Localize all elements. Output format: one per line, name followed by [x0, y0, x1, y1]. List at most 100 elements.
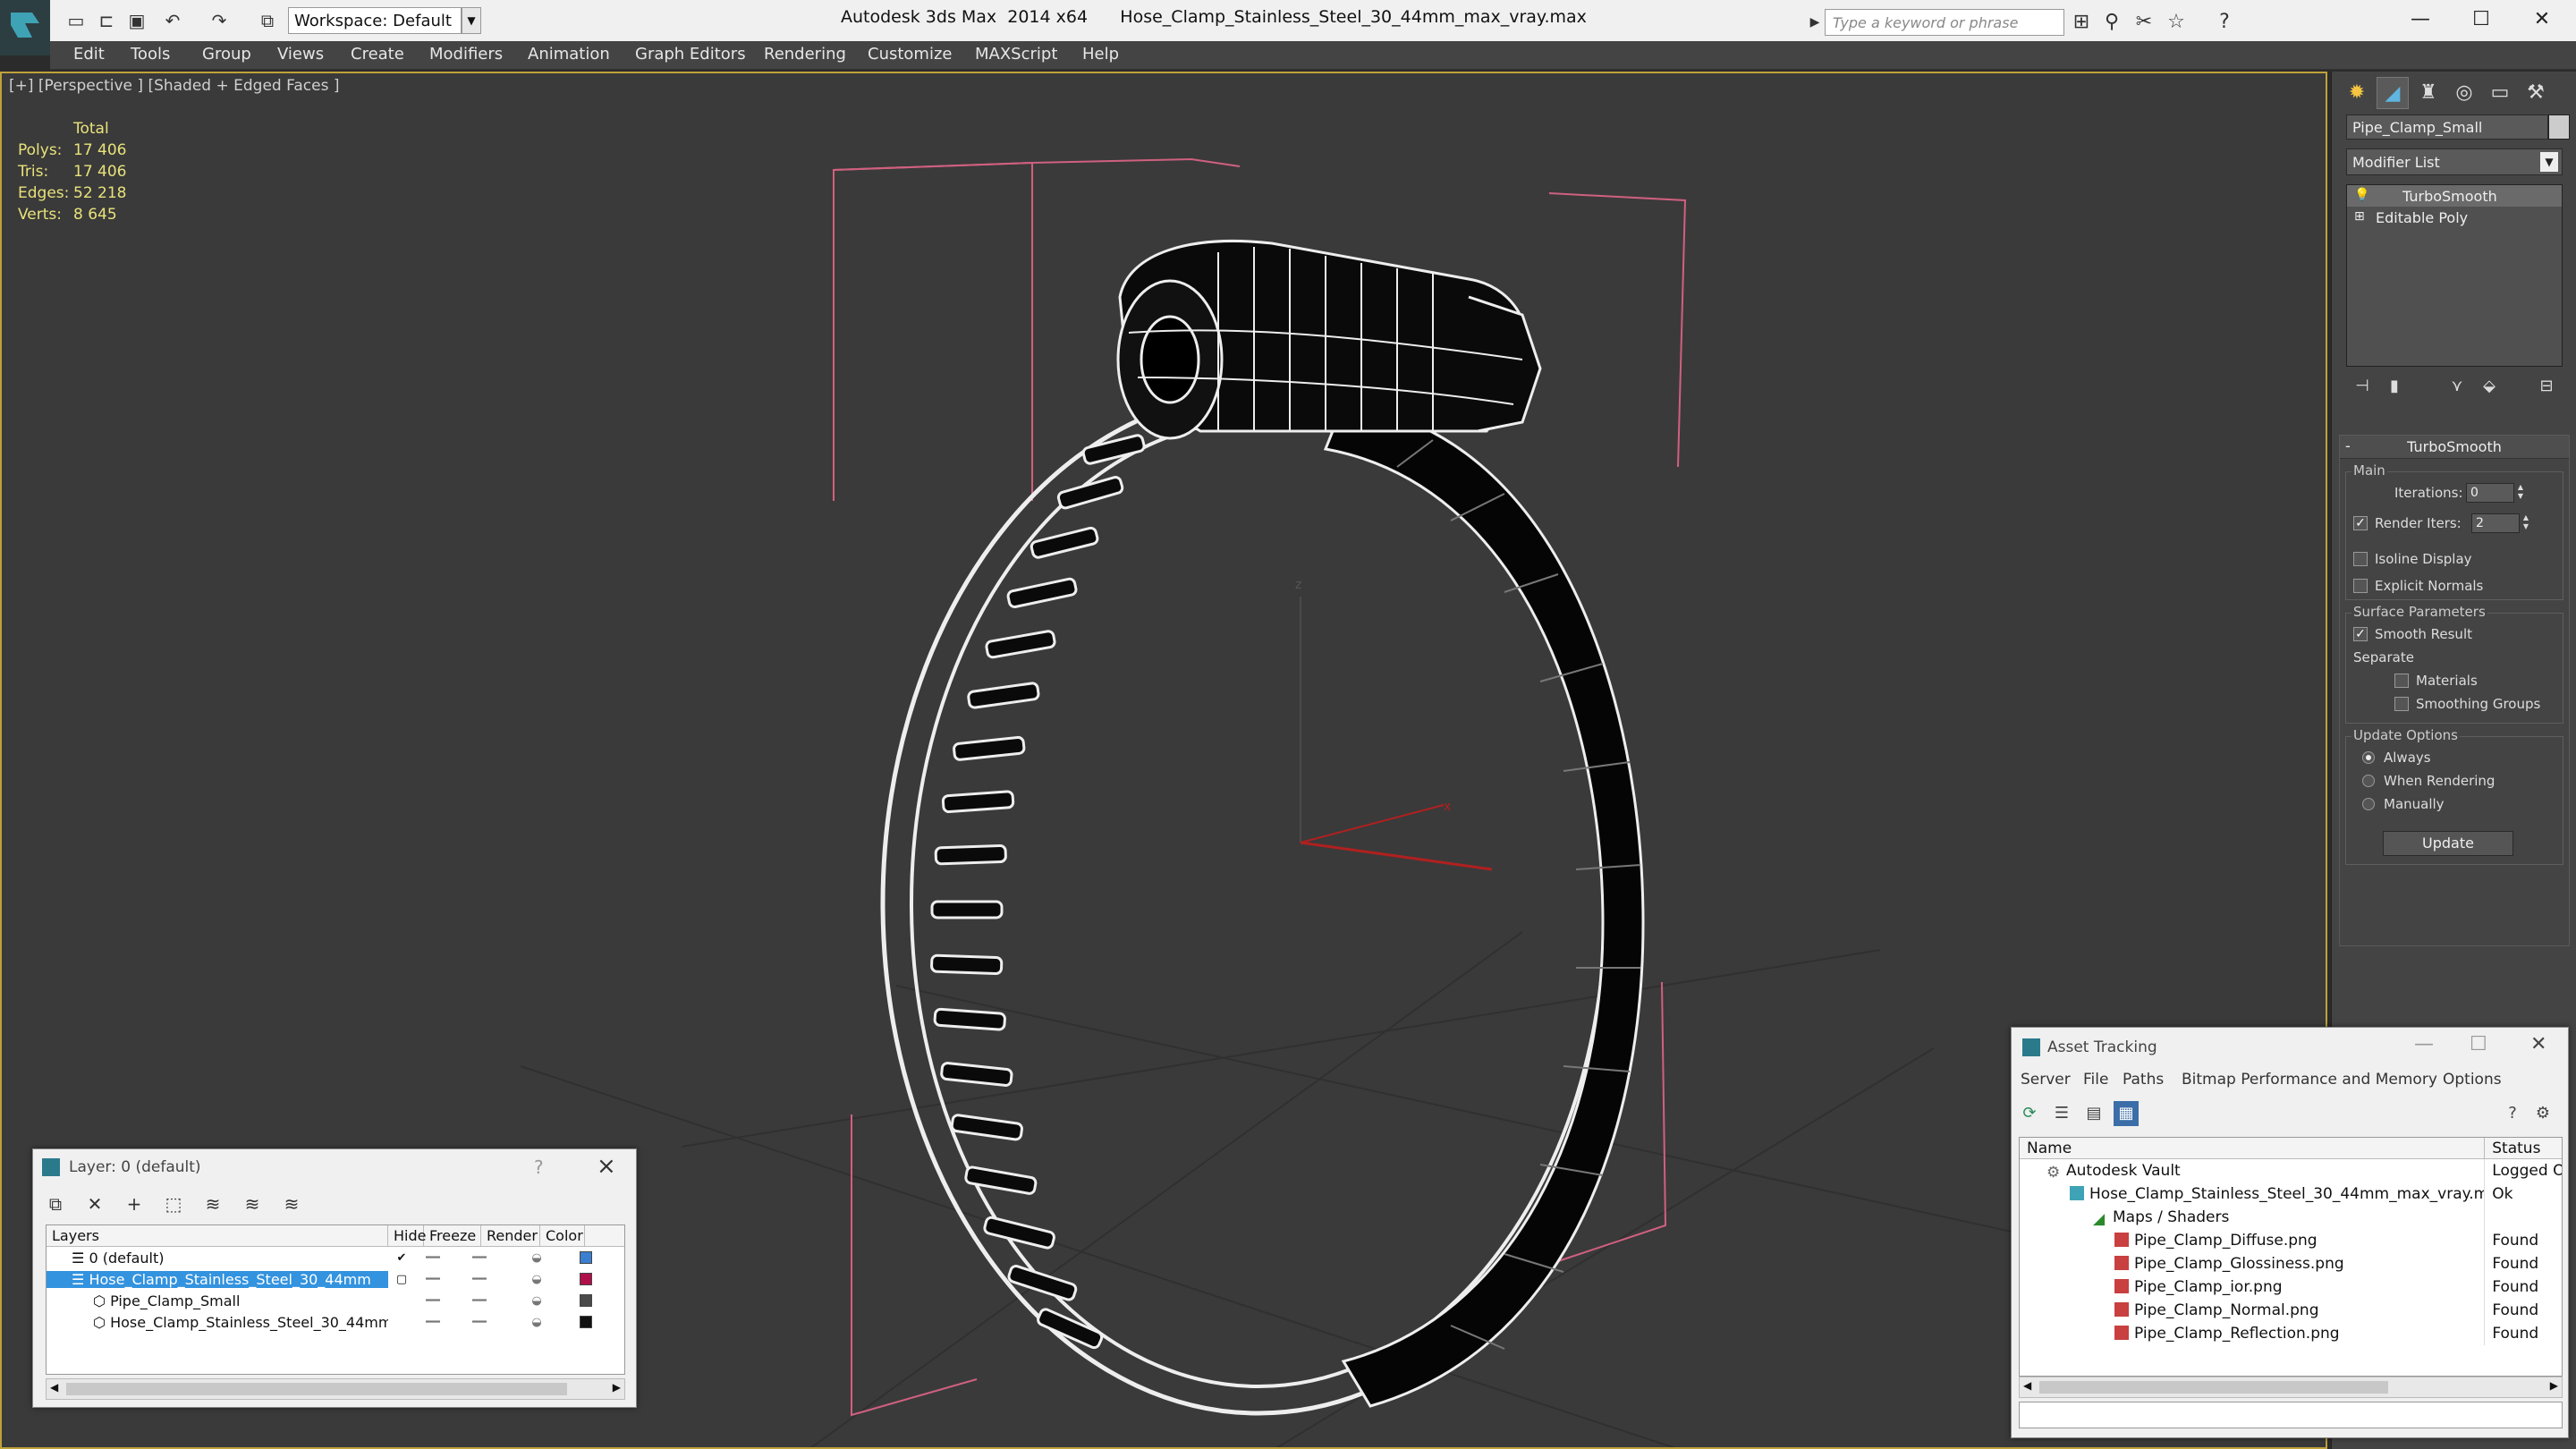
menu-tools[interactable]: Tools: [131, 45, 170, 64]
asset-row[interactable]: Pipe_Clamp_Reflection.png Found: [2020, 1322, 2562, 1345]
lightbulb-icon[interactable]: 💡: [2354, 188, 2376, 207]
current-layer-box-icon[interactable]: ▢: [388, 1273, 415, 1286]
asset-row[interactable]: Pipe_Clamp_Glossiness.png Found: [2020, 1252, 2562, 1275]
layer-color-swatch[interactable]: [580, 1294, 592, 1307]
scroll-left-icon[interactable]: ◀: [50, 1381, 58, 1394]
highlight-layer-icon[interactable]: ≋: [199, 1191, 226, 1217]
display-tab-icon[interactable]: ▭: [2484, 77, 2516, 109]
new-file-icon[interactable]: ▭: [64, 9, 88, 32]
menu-bitmap-performance[interactable]: Bitmap Performance and Memory: [2182, 1071, 2437, 1089]
make-unique-icon[interactable]: ⋎: [2445, 374, 2470, 399]
workspace-dropdown[interactable]: Workspace: Default: [288, 7, 462, 34]
close-icon[interactable]: ✕: [2530, 1033, 2546, 1055]
menu-options[interactable]: Options: [2443, 1071, 2502, 1089]
app-logo[interactable]: [0, 0, 50, 55]
spinner-arrows-icon[interactable]: ▲ ▼: [2514, 483, 2527, 503]
hide-toggle[interactable]: ━━: [415, 1273, 451, 1286]
menu-edit[interactable]: Edit: [73, 45, 105, 64]
render-teapot-icon[interactable]: ◒: [508, 1273, 565, 1286]
menu-help[interactable]: Help: [1082, 45, 1119, 64]
help-icon[interactable]: ?: [2500, 1101, 2525, 1126]
thumbnail-view-icon[interactable]: ▤: [2081, 1101, 2106, 1126]
when-rendering-radio[interactable]: [2362, 775, 2375, 787]
redo-icon[interactable]: ↷: [208, 9, 231, 32]
iterations-spinner[interactable]: 0: [2466, 483, 2514, 503]
hide-toggle[interactable]: ━━: [415, 1294, 451, 1308]
show-end-result-icon[interactable]: ▮: [2382, 374, 2407, 399]
hide-toggle[interactable]: ━━: [415, 1316, 451, 1329]
collapse-icon[interactable]: -: [2345, 437, 2351, 454]
horizontal-scrollbar[interactable]: ◀ ▶: [2019, 1377, 2563, 1398]
help-icon[interactable]: ?: [534, 1157, 544, 1178]
minimize-icon[interactable]: —: [2394, 4, 2447, 36]
subscription-icon[interactable]: ⚲: [2100, 11, 2123, 34]
column-render[interactable]: Render: [481, 1225, 540, 1246]
undo-icon[interactable]: ↶: [161, 9, 184, 32]
chevron-down-icon[interactable]: ▼: [462, 7, 481, 34]
scrollbar-thumb[interactable]: [2039, 1381, 2388, 1394]
layer-color-swatch[interactable]: [580, 1251, 592, 1264]
open-file-icon[interactable]: ⊏: [95, 9, 118, 32]
asset-row[interactable]: Hose_Clamp_Stainless_Steel_30_44mm_max_v…: [2020, 1182, 2562, 1206]
column-freeze[interactable]: Freeze: [424, 1225, 481, 1246]
binoculars-icon[interactable]: ⊞: [2070, 11, 2093, 34]
menu-file[interactable]: File: [2083, 1071, 2108, 1089]
smooth-result-checkbox[interactable]: ✓: [2353, 627, 2368, 641]
dialog-title-bar[interactable]: Layer: 0 (default): [33, 1149, 636, 1185]
hose-clamp-mesh[interactable]: [880, 240, 1645, 1416]
object-color-swatch[interactable]: [2548, 114, 2570, 140]
asset-row[interactable]: Pipe_Clamp_ior.png Found: [2020, 1275, 2562, 1299]
communication-icon[interactable]: ✂: [2132, 11, 2156, 34]
delete-layer-icon[interactable]: ✕: [81, 1191, 108, 1217]
freeze-toggle[interactable]: ━━: [451, 1251, 508, 1265]
list-view-icon[interactable]: ☰: [2049, 1101, 2074, 1126]
object-name-field[interactable]: Pipe_Clamp_Small: [2346, 114, 2548, 140]
asset-row[interactable]: Pipe_Clamp_Diffuse.png Found: [2020, 1229, 2562, 1252]
asset-row[interactable]: Pipe_Clamp_Normal.png Found: [2020, 1299, 2562, 1322]
update-button[interactable]: Update: [2383, 831, 2513, 856]
column-layers[interactable]: Layers: [47, 1225, 388, 1246]
refresh-icon[interactable]: ⟳: [2017, 1101, 2042, 1126]
scroll-left-icon[interactable]: ◀: [2023, 1379, 2031, 1392]
scroll-right-icon[interactable]: ▶: [2550, 1379, 2558, 1392]
create-layer-icon[interactable]: ⧉: [42, 1191, 69, 1217]
always-radio[interactable]: [2362, 751, 2375, 764]
render-teapot-icon[interactable]: ◒: [508, 1316, 565, 1329]
motion-tab-icon[interactable]: ◎: [2448, 77, 2480, 109]
pin-stack-icon[interactable]: ⊣: [2350, 374, 2375, 399]
hide-all-icon[interactable]: ≋: [239, 1191, 266, 1217]
horizontal-scrollbar[interactable]: ◀ ▶: [46, 1378, 625, 1400]
modify-tab-icon[interactable]: ◢: [2377, 77, 2409, 109]
hierarchy-tab-icon[interactable]: ♜: [2412, 77, 2445, 109]
explicit-normals-checkbox[interactable]: [2353, 579, 2368, 593]
table-view-icon[interactable]: ▦: [2114, 1101, 2139, 1126]
column-hide[interactable]: Hide: [388, 1225, 426, 1246]
favorites-star-icon[interactable]: ☆: [2165, 11, 2188, 34]
menu-create[interactable]: Create: [351, 45, 404, 64]
close-icon[interactable]: ✕: [2515, 4, 2569, 36]
add-to-layer-icon[interactable]: +: [121, 1191, 148, 1217]
minimize-icon[interactable]: —: [2414, 1033, 2434, 1055]
menu-customize[interactable]: Customize: [868, 45, 952, 64]
help-icon[interactable]: ?: [2213, 11, 2236, 34]
menu-animation[interactable]: Animation: [528, 45, 610, 64]
layer-row[interactable]: ⬡ Pipe_Clamp_Small ━━ ━━ ◒: [47, 1290, 624, 1311]
remove-modifier-icon[interactable]: ⬙: [2477, 374, 2502, 399]
column-color[interactable]: Color: [540, 1225, 585, 1246]
viewport-label[interactable]: [+] [Perspective ] [Shaded + Edged Faces…: [9, 77, 339, 95]
maximize-icon[interactable]: ☐: [2454, 4, 2508, 36]
project-folder-icon[interactable]: ⧉: [256, 9, 279, 32]
isoline-display-checkbox[interactable]: [2353, 552, 2368, 566]
menu-modifiers[interactable]: Modifiers: [429, 45, 503, 64]
freeze-toggle[interactable]: ━━: [451, 1294, 508, 1308]
manually-radio[interactable]: [2362, 798, 2375, 810]
menu-group[interactable]: Group: [202, 45, 251, 64]
asset-row[interactable]: ◢ Maps / Shaders: [2020, 1206, 2562, 1229]
render-iters-spinner[interactable]: 2: [2471, 513, 2520, 533]
layer-row[interactable]: ⬡ Hose_Clamp_Stainless_Steel_30_44mm ━━ …: [47, 1311, 624, 1333]
layer-color-swatch[interactable]: [580, 1273, 592, 1285]
search-input[interactable]: Type a keyword or phrase: [1825, 9, 2064, 36]
smoothing-groups-checkbox[interactable]: [2394, 697, 2409, 711]
layer-color-swatch[interactable]: [580, 1316, 592, 1328]
create-tab-icon[interactable]: ✹: [2341, 77, 2373, 109]
